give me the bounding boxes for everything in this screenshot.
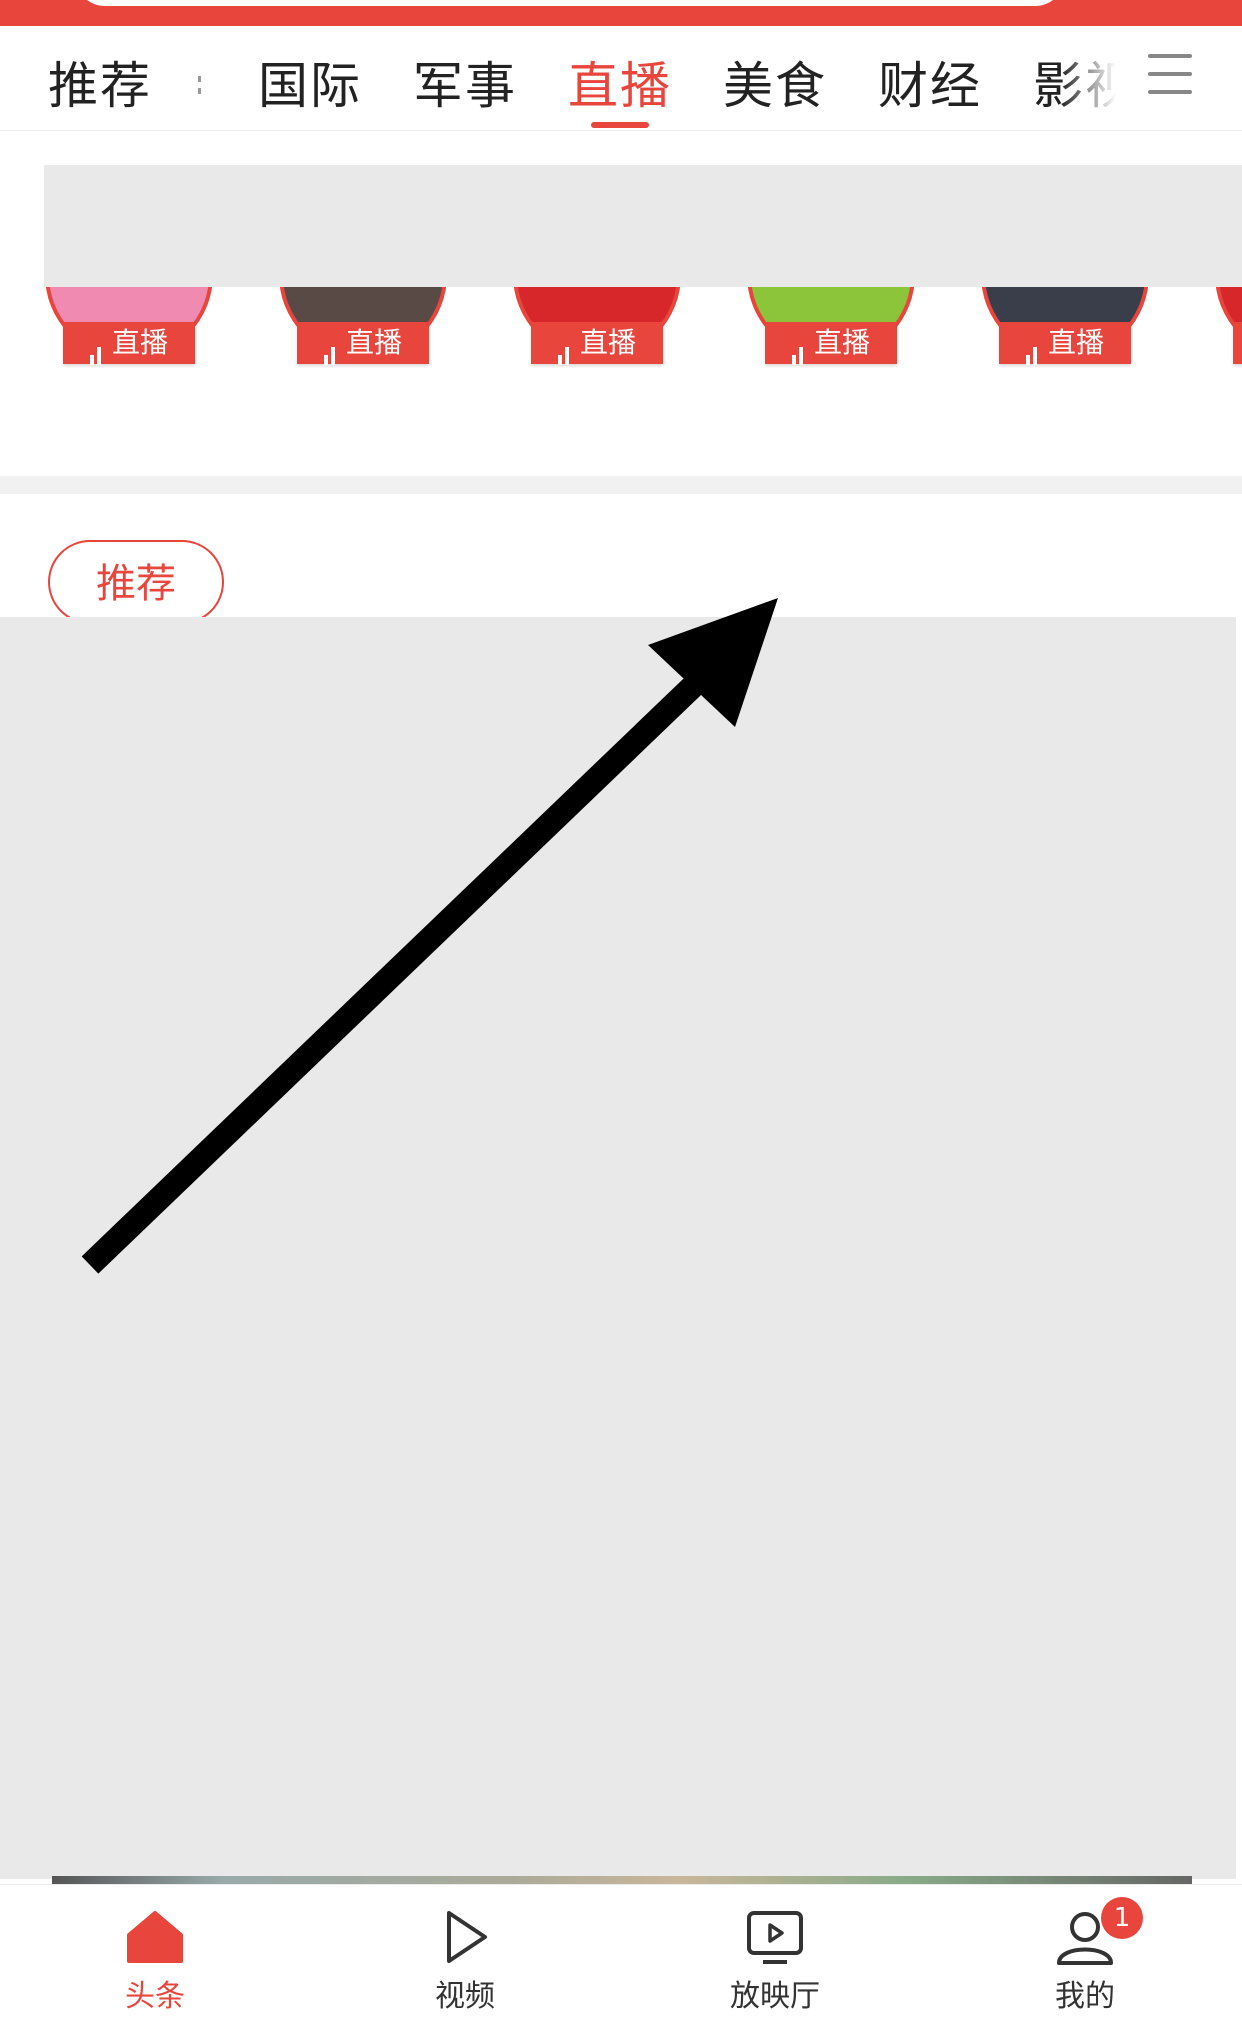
tab-finance[interactable]: 财经 — [878, 46, 982, 118]
home-icon — [127, 1911, 183, 1963]
tab-separator — [198, 76, 202, 100]
signal-bars-icon — [1025, 323, 1040, 365]
play-icon — [447, 1911, 487, 1963]
tab-military[interactable]: 军事 — [413, 46, 517, 118]
tab-live[interactable]: 直播 — [568, 46, 672, 118]
active-tab-indicator — [591, 122, 649, 128]
live-badge: 直播 — [531, 322, 663, 365]
live-streamers-strip: 直播 直播 直播 直播 直播 — [0, 131, 1242, 476]
tab-fade-overlay — [1060, 26, 1140, 130]
nav-home[interactable]: 头条 — [55, 1885, 255, 2017]
nav-video[interactable]: 视频 — [365, 1885, 565, 2017]
signal-bars-icon — [323, 323, 338, 365]
signal-bars-icon — [791, 323, 806, 365]
tab-international[interactable]: 国际 — [258, 46, 362, 118]
nav-theater[interactable]: 放映厅 — [675, 1885, 875, 2017]
bottom-navigation: 头条 视频 放映厅 1 我的 — [0, 1884, 1242, 2017]
filter-pill-recommend[interactable]: 推荐 — [48, 540, 224, 624]
nav-profile[interactable]: 1 我的 — [985, 1885, 1185, 2017]
signal-bars-icon — [89, 323, 104, 365]
loading-placeholder — [44, 165, 1242, 287]
notification-badge: 1 — [1101, 1897, 1143, 1939]
section-divider — [0, 476, 1242, 494]
signal-bars-icon — [557, 323, 572, 365]
live-badge: 直播 — [63, 322, 195, 365]
live-badge — [1233, 322, 1242, 364]
video-card-placeholder[interactable] — [0, 617, 1236, 1879]
live-badge: 直播 — [297, 322, 429, 365]
search-box[interactable] — [75, 0, 1065, 6]
live-badge: 直播 — [765, 322, 897, 365]
tv-play-icon — [747, 1911, 803, 1964]
live-badge: 直播 — [999, 322, 1131, 365]
tab-food[interactable]: 美食 — [723, 46, 827, 118]
tab-recommend[interactable]: 推荐 — [48, 46, 152, 118]
category-tab-bar: 推荐 国际 军事 直播 美食 财经 影视 — [0, 26, 1242, 131]
menu-icon[interactable] — [1148, 54, 1192, 98]
